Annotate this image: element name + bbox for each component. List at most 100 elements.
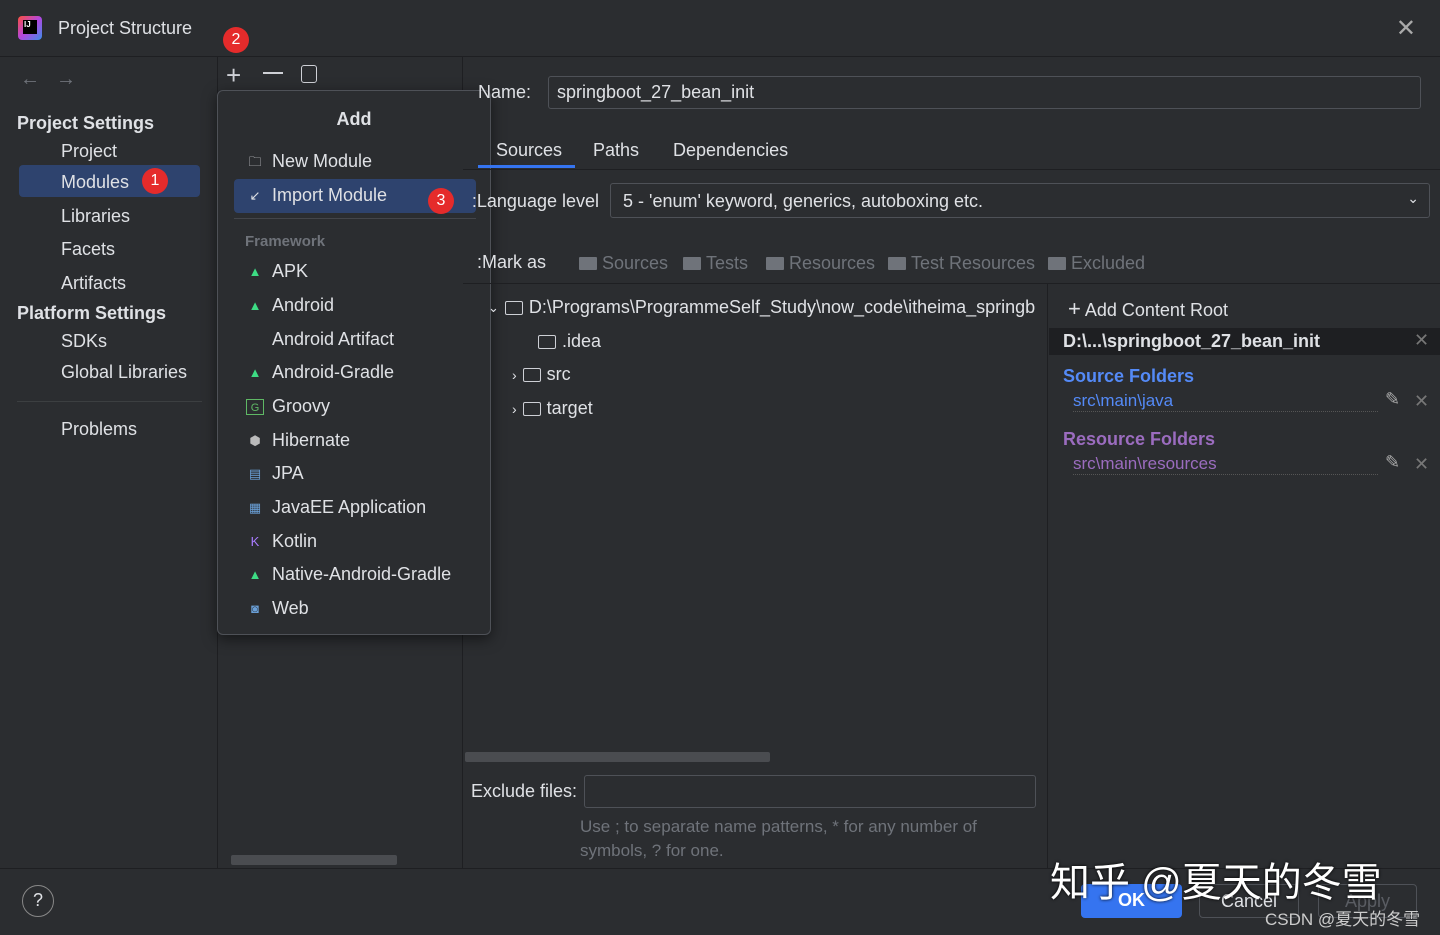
tab-dependencies[interactable]: Dependencies — [673, 140, 788, 161]
tree-root[interactable]: ⌄ D:\Programs\ProgrammeSelf_Study\now_cod… — [488, 297, 1046, 318]
remove-root-icon[interactable]: ✕ — [1414, 330, 1429, 351]
help-button[interactable]: ? — [22, 885, 54, 917]
back-arrow-icon[interactable]: ← — [20, 68, 40, 91]
source-folder-path: src\main\java — [1073, 391, 1378, 412]
menu-item-android[interactable]: ▲ Android — [246, 295, 334, 316]
menu-item-hibernate[interactable]: ⬢ Hibernate — [246, 430, 350, 451]
step-badge-3: 3 — [428, 188, 454, 214]
folder-icon — [683, 257, 701, 270]
mark-resources-button[interactable]: Resources — [766, 253, 875, 274]
sidebar-item-facets[interactable]: Facets — [61, 239, 115, 260]
menu-item-import-module[interactable]: ↙ Import Module — [246, 185, 388, 206]
groovy-icon: G — [246, 398, 264, 415]
content-root-path: D:\...\springboot_27_bean_init — [1063, 331, 1321, 351]
horizontal-scrollbar[interactable] — [231, 855, 397, 865]
module-name-input[interactable]: springboot_27_bean_init — [548, 76, 1421, 109]
popup-title: Add — [336, 109, 372, 129]
sidebar-item-artifacts[interactable]: Artifacts — [61, 273, 126, 294]
intellij-logo-icon: IJ — [18, 16, 42, 40]
sidebar-item-libraries[interactable]: Libraries — [61, 206, 130, 227]
edit-pencil-icon[interactable]: ✎ — [1385, 389, 1400, 410]
folder-icon — [522, 367, 541, 382]
menu-item-new-module[interactable]: 🗀 New Module — [246, 151, 372, 172]
sidebar-item-project[interactable]: Project — [61, 141, 117, 162]
mark-test-resources-button[interactable]: Test Resources — [888, 253, 1035, 274]
sidebar-item-global-libraries[interactable]: Global Libraries — [61, 362, 187, 383]
menu-item-web[interactable]: ◙ Web — [246, 598, 309, 619]
platform-settings-header: Platform Settings — [17, 303, 167, 323]
sidebar-item-sdks[interactable]: SDKs — [61, 331, 107, 352]
mark-as-label: Mark as: — [476, 252, 546, 272]
chevron-right-icon: › — [512, 400, 517, 417]
step-badge-2: 2 — [223, 27, 249, 53]
step-badge-1: 1 — [142, 168, 168, 194]
tree-item-idea[interactable]: .idea — [538, 331, 601, 352]
framework-header: Framework — [245, 233, 326, 250]
remove-icon[interactable]: ✕ — [1414, 391, 1429, 412]
folder-icon — [766, 257, 784, 270]
folder-icon — [888, 257, 906, 270]
menu-item-android-gradle[interactable]: ▲ Android-Gradle — [246, 362, 395, 383]
hibernate-icon: ⬢ — [249, 432, 261, 448]
menu-item-groovy[interactable]: G Groovy — [246, 396, 330, 417]
add-icon: + — [1068, 296, 1081, 321]
tab-sources[interactable]: Sources — [496, 140, 562, 161]
language-level-select[interactable]: 5 - 'enum' keyword, generics, autoboxing… — [610, 183, 1430, 218]
tree-horizontal-scrollbar[interactable] — [465, 752, 770, 762]
sidebar-item-modules[interactable]: Modules — [61, 172, 129, 193]
remove-icon[interactable]: ✕ — [1414, 454, 1429, 475]
web-icon: ◙ — [251, 600, 259, 616]
tree-item-src[interactable]: › src — [512, 364, 571, 385]
exclude-files-label: Exclude files: — [471, 781, 578, 801]
folder-icon — [538, 334, 556, 349]
chevron-down-icon: ⌄ — [488, 299, 499, 315]
android-icon: ▲ — [248, 566, 262, 582]
resource-folder-path: src\main\resources — [1073, 454, 1378, 475]
folder-icon — [1048, 257, 1066, 270]
window-title: Project Structure — [58, 18, 193, 38]
kotlin-icon: K — [250, 533, 260, 549]
menu-item-javaee[interactable]: ▦ JavaEE Application — [246, 497, 426, 518]
mark-tests-button[interactable]: Tests — [683, 253, 748, 274]
mark-sources-button[interactable]: Sources — [579, 253, 668, 274]
chevron-right-icon: › — [512, 366, 517, 383]
forward-arrow-icon[interactable]: → — [56, 68, 76, 91]
tree-item-target[interactable]: › target — [512, 398, 593, 419]
tab-paths[interactable]: Paths — [593, 140, 639, 161]
javaee-icon: ▦ — [248, 499, 262, 515]
edit-pencil-icon[interactable]: ✎ — [1385, 452, 1400, 473]
jpa-icon: ▤ — [248, 465, 262, 481]
menu-item-kotlin[interactable]: K Kotlin — [246, 531, 317, 552]
folder-icon — [579, 257, 597, 270]
project-settings-header: Project Settings — [17, 113, 155, 133]
name-label: Name: — [478, 82, 532, 102]
folder-module-icon: 🗀 — [248, 153, 262, 169]
android-icon: ▲ — [248, 263, 262, 279]
language-level-label: Language level: — [471, 191, 599, 211]
cancel-button[interactable]: Cancel — [1199, 884, 1299, 918]
sidebar-item-problems[interactable]: Problems — [61, 419, 137, 440]
copy-icon[interactable] — [301, 65, 317, 83]
resource-folders-header: Resource Folders — [1063, 429, 1216, 449]
ok-button[interactable]: OK — [1081, 884, 1182, 918]
menu-item-jpa[interactable]: ▤ JPA — [246, 463, 304, 484]
mark-excluded-button[interactable]: Excluded — [1048, 253, 1145, 274]
android-icon: ▲ — [248, 364, 262, 380]
close-icon[interactable]: ✕ — [1396, 14, 1416, 43]
menu-item-apk[interactable]: ▲ APK — [246, 261, 308, 282]
import-arrow-icon: ↙ — [249, 187, 261, 203]
add-content-root-button[interactable]: + Add Content Root — [1068, 296, 1228, 322]
chevron-down-icon: ⌄ — [1407, 190, 1419, 206]
source-folders-header: Source Folders — [1063, 366, 1195, 386]
add-icon[interactable]: + — [226, 60, 241, 91]
folder-icon — [522, 401, 541, 416]
android-icon: ▲ — [248, 297, 262, 313]
remove-icon[interactable] — [263, 72, 283, 74]
exclude-files-input[interactable] — [584, 775, 1036, 808]
menu-item-native-android-gradle[interactable]: ▲ Native-Android-Gradle — [246, 564, 452, 585]
add-popup-menu: Add 🗀 New Module ↙ Import Module 3 Framewo… — [217, 90, 491, 635]
folder-icon — [504, 300, 523, 315]
menu-item-android-artifact[interactable]: Android Artifact — [246, 329, 394, 350]
exclude-hint: Use ; to separate name patterns, * for a… — [580, 817, 977, 860]
apply-button[interactable]: Apply — [1318, 884, 1417, 918]
